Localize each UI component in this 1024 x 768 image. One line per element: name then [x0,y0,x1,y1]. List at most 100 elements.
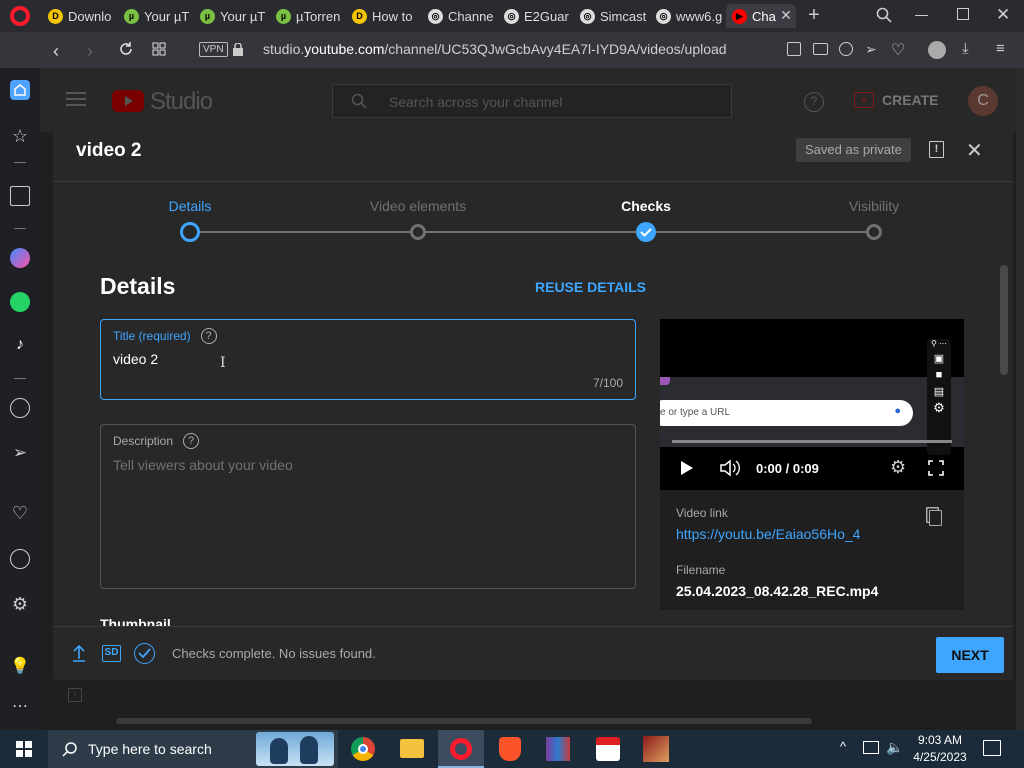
youtube-logo-icon[interactable] [112,90,144,112]
show-hidden-icons[interactable]: ^ [840,739,846,754]
tab-label: Channe [448,8,494,24]
restore-button[interactable] [957,8,969,20]
opera-logo-icon[interactable] [10,6,30,26]
hamburger-icon[interactable] [66,92,86,106]
sd-badge[interactable]: SD [102,645,121,662]
tiktok-icon[interactable]: ♪ [10,336,30,356]
step-dot[interactable] [636,222,656,242]
checks-complete-icon[interactable] [134,643,155,664]
window-close-button[interactable]: ✕ [996,5,1010,25]
player-progress-bar[interactable] [672,440,952,443]
new-tab-button[interactable]: + [805,4,823,26]
game-icon[interactable] [643,736,669,762]
tab-label: Simcast [600,8,647,24]
reload-icon[interactable] [118,41,134,57]
upload-status-icon[interactable] [72,644,86,662]
snapshot-icon[interactable] [813,43,828,55]
brave-icon[interactable] [499,737,521,761]
notification-icon[interactable] [983,740,1001,756]
next-button[interactable]: NEXT [936,637,1004,673]
report-issue-icon[interactable]: ! [929,141,944,158]
feedback-icon[interactable]: ! [68,688,82,702]
clock-time[interactable]: 9:03 AM [916,733,964,747]
step-label[interactable]: Details [110,198,270,214]
send-sidebar-icon[interactable]: ➢ [10,443,30,463]
messenger-icon[interactable] [10,248,30,268]
video-link[interactable]: https://youtu.be/Eaiao56Ho_4 [676,526,860,542]
home-icon[interactable] [10,80,30,100]
network-icon[interactable] [863,741,879,754]
settings-icon[interactable]: ⚙ [10,594,30,614]
profile-icon[interactable] [928,41,946,59]
step-label[interactable]: Checks [566,198,726,214]
player-icon[interactable] [10,398,30,418]
browser-tab[interactable]: µ Your µT [118,4,192,28]
forward-icon[interactable]: › [87,41,93,62]
history-icon[interactable] [10,549,30,569]
acrobat-icon[interactable] [596,737,620,761]
url-field[interactable]: studio.youtube.com/channel/UC53QJwGcbAvy… [263,41,727,57]
help-icon[interactable]: ? [804,92,824,112]
bookmarks-heart-icon[interactable]: ♡ [10,503,30,523]
clock-date[interactable]: 4/25/2023 [912,750,968,764]
create-plus-icon: + [854,92,874,108]
description-help-icon[interactable]: ? [183,433,200,449]
create-button[interactable]: + CREATE [854,92,939,108]
vpn-badge[interactable]: VPN [199,42,228,57]
browser-tab[interactable]: D How to [346,4,420,28]
browser-tab[interactable]: ◎ E2Guar [498,4,572,28]
tab-search-icon[interactable] [876,7,892,23]
taskbar-search-placeholder: Type here to search [88,741,212,757]
dialog-scrollbar[interactable] [1000,265,1008,375]
title-field[interactable]: Title (required) ? video 2 I 7/100 [100,319,636,400]
tips-icon[interactable]: 💡 [10,656,30,676]
browser-tab[interactable]: µ Your µT [194,4,268,28]
step-label[interactable]: Video elements [338,198,498,214]
step-dot[interactable] [866,224,882,240]
volume-icon[interactable] [720,459,740,477]
page-scrollbar[interactable] [1016,68,1024,730]
avatar[interactable]: C [968,86,998,116]
close-dialog-icon[interactable]: ✕ [966,138,983,163]
file-explorer-icon[interactable] [400,739,424,758]
volume-tray-icon[interactable]: 🔈 [886,739,903,756]
browser-tab[interactable]: D Downlo [42,4,116,28]
windows-start-icon[interactable] [16,741,32,757]
taskbar-search-box[interactable]: Type here to search [48,730,338,768]
fullscreen-icon[interactable] [928,460,944,476]
tab-close-icon[interactable]: ✕ [778,7,794,23]
flow-icon[interactable]: ☆ [10,126,30,146]
heart-icon[interactable]: ♡ [891,40,905,60]
title-input-value[interactable]: video 2 [113,351,158,367]
shopping-icon[interactable] [10,186,30,206]
browser-tab[interactable]: ◎ www6.g [650,4,724,28]
browser-tab[interactable]: ◎ Simcast [574,4,648,28]
minimize-button[interactable] [915,15,928,16]
browser-tab[interactable]: ◎ Channe [422,4,496,28]
more-icon[interactable]: ⋯ [10,696,30,716]
description-field[interactable]: Description ? Tell viewers about your vi… [100,424,636,589]
channel-search[interactable]: Search across your channel [332,84,732,118]
winrar-icon[interactable] [546,737,570,761]
title-help-icon[interactable]: ? [200,328,217,344]
easy-setup-icon[interactable]: ≡ [996,40,1005,57]
copy-link-icon[interactable] [929,510,942,526]
player-settings-icon[interactable]: ⚙ [890,457,906,478]
step-dot[interactable] [180,222,200,242]
step-label[interactable]: Visibility [794,198,954,214]
speed-dial-icon[interactable] [152,42,166,56]
send-icon[interactable]: ➢ [865,41,877,58]
back-icon[interactable]: ‹ [53,41,59,62]
download-icon[interactable]: ⤓ [962,40,969,57]
edit-page-icon[interactable] [787,42,801,56]
reuse-details-button[interactable]: REUSE DETAILS [535,279,646,295]
adblock-icon[interactable] [839,42,853,56]
horizontal-scrollbar[interactable] [116,718,812,724]
step-dot[interactable] [410,224,426,240]
opera-taskbar-icon[interactable] [438,730,484,768]
video-preview[interactable]: e or type a URL ● ⚲ ⋯ ▣ ■ ▤ ⚙ 0:00 / 0:0… [660,319,964,490]
chrome-icon[interactable] [351,737,375,761]
play-icon[interactable] [680,460,694,476]
whatsapp-icon[interactable] [10,292,30,312]
browser-tab[interactable]: µ µTorren [270,4,344,28]
